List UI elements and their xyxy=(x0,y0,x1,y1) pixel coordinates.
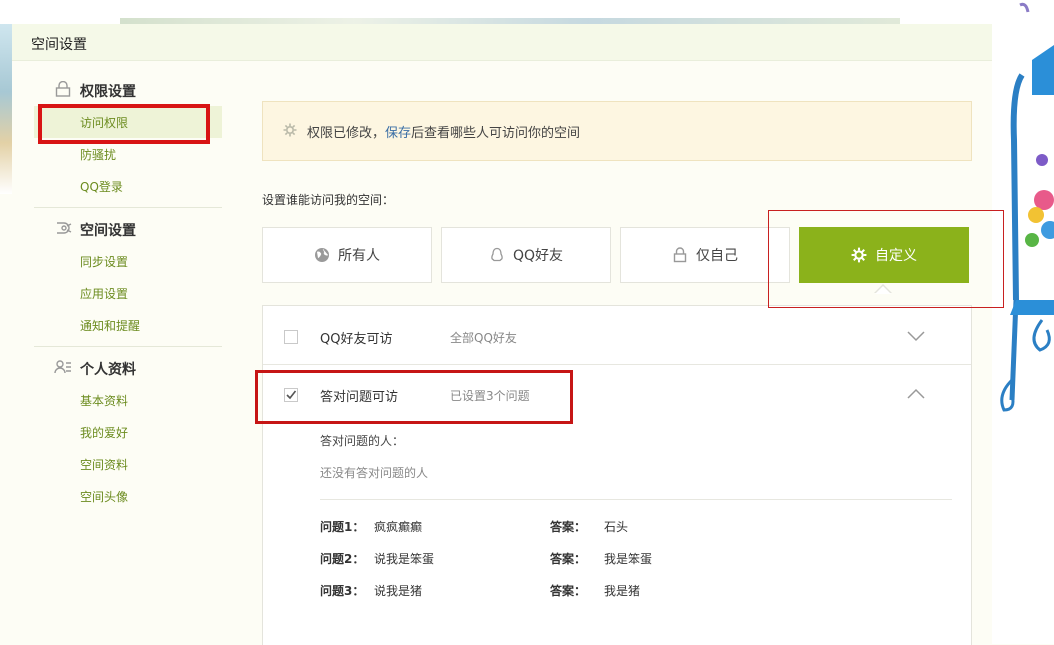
gear-icon xyxy=(283,123,297,137)
chevron-up-icon[interactable] xyxy=(907,388,925,400)
chevron-down-icon[interactable] xyxy=(907,330,925,342)
option-only-me[interactable]: 仅自己 xyxy=(620,227,790,283)
answer-2-label: 答案： xyxy=(550,552,587,566)
answer-3-label: 答案： xyxy=(550,584,587,598)
question-3-label: 问题3： xyxy=(320,584,365,598)
sidebar-group-space-settings: 空间设置 xyxy=(80,223,136,239)
sidebar-item-qq-login[interactable]: QQ登录 xyxy=(80,178,123,195)
option-everyone[interactable]: 所有人 xyxy=(262,227,432,283)
rule-qq-friends-desc: 全部QQ好友 xyxy=(450,331,517,345)
sidebar-item-basic-info[interactable]: 基本资料 xyxy=(80,392,128,409)
option-qq-friends-label: QQ好友 xyxy=(512,248,564,264)
notice-text-before: 权限已修改， xyxy=(307,126,386,141)
sidebar-divider xyxy=(34,207,222,208)
rule-qq-friends-title: QQ好友可访 xyxy=(320,332,393,347)
sidebar-divider xyxy=(34,346,222,347)
lock-icon xyxy=(673,247,687,263)
sidebar-group-permissions: 权限设置 xyxy=(80,84,136,100)
answer-3-text: 我是猪 xyxy=(604,584,641,598)
question-2-label: 问题2： xyxy=(320,552,365,566)
profile-card-icon xyxy=(54,360,71,374)
panel-title: 空间设置 xyxy=(31,37,87,53)
highlight-answer-question-rule xyxy=(255,370,573,424)
answered-label: 答对问题的人： xyxy=(320,434,405,448)
save-link[interactable]: 保存 xyxy=(385,126,411,141)
globe-icon xyxy=(315,248,329,262)
question-1-label: 问题1： xyxy=(320,520,365,534)
notice-text-after: 后查看哪些人可访问你的空间 xyxy=(411,126,581,141)
question-2-text: 说我是笨蛋 xyxy=(374,552,435,566)
sidebar-group-profile: 个人资料 xyxy=(80,362,136,378)
sidebar-item-notifications[interactable]: 通知和提醒 xyxy=(80,317,140,334)
answer-1-text: 石头 xyxy=(604,520,629,534)
lock-icon xyxy=(55,81,71,97)
qq-penguin-icon xyxy=(491,247,503,262)
sidebar-item-space-avatar[interactable]: 空间头像 xyxy=(80,488,128,505)
highlight-access-permission xyxy=(38,104,210,144)
option-qq-friends[interactable]: QQ好友 xyxy=(441,227,611,283)
answer-2-text: 我是笨蛋 xyxy=(604,552,653,566)
sidebar-item-anti-harassment[interactable]: 防骚扰 xyxy=(80,146,116,163)
space-settings-icon xyxy=(57,222,72,234)
highlight-custom-option xyxy=(768,210,1004,308)
sidebar-item-sync-settings[interactable]: 同步设置 xyxy=(80,253,128,270)
left-decoration xyxy=(0,24,12,194)
custom-rule-list: QQ好友可访 全部QQ好友 答对问题可访 已设置3个问题 答对问题的人： 还没有… xyxy=(262,305,972,645)
sidebar-item-app-settings[interactable]: 应用设置 xyxy=(80,285,128,302)
answer-1-label: 答案： xyxy=(550,520,587,534)
row-divider xyxy=(263,364,971,365)
option-only-me-label: 仅自己 xyxy=(696,248,738,264)
panel-header: 空间设置 xyxy=(12,24,992,61)
option-everyone-label: 所有人 xyxy=(338,248,380,264)
qq-friends-checkbox[interactable] xyxy=(284,330,298,344)
question-1-text: 疯疯癫癫 xyxy=(374,520,423,534)
notice-banner: 权限已修改，保存后查看哪些人可访问你的空间 xyxy=(262,101,972,161)
answered-empty: 还没有答对问题的人 xyxy=(320,466,429,480)
question-3-text: 说我是猪 xyxy=(374,584,423,598)
notice-text: 权限已修改，保存后查看哪些人可访问你的空间 xyxy=(307,122,580,141)
sidebar-item-space-info[interactable]: 空间资料 xyxy=(80,456,128,473)
access-prompt: 设置谁能访问我的空间： xyxy=(262,193,395,207)
birdcage-decoration xyxy=(1000,2,1054,412)
sidebar-item-hobbies[interactable]: 我的爱好 xyxy=(80,424,128,441)
questions-divider xyxy=(320,499,952,500)
